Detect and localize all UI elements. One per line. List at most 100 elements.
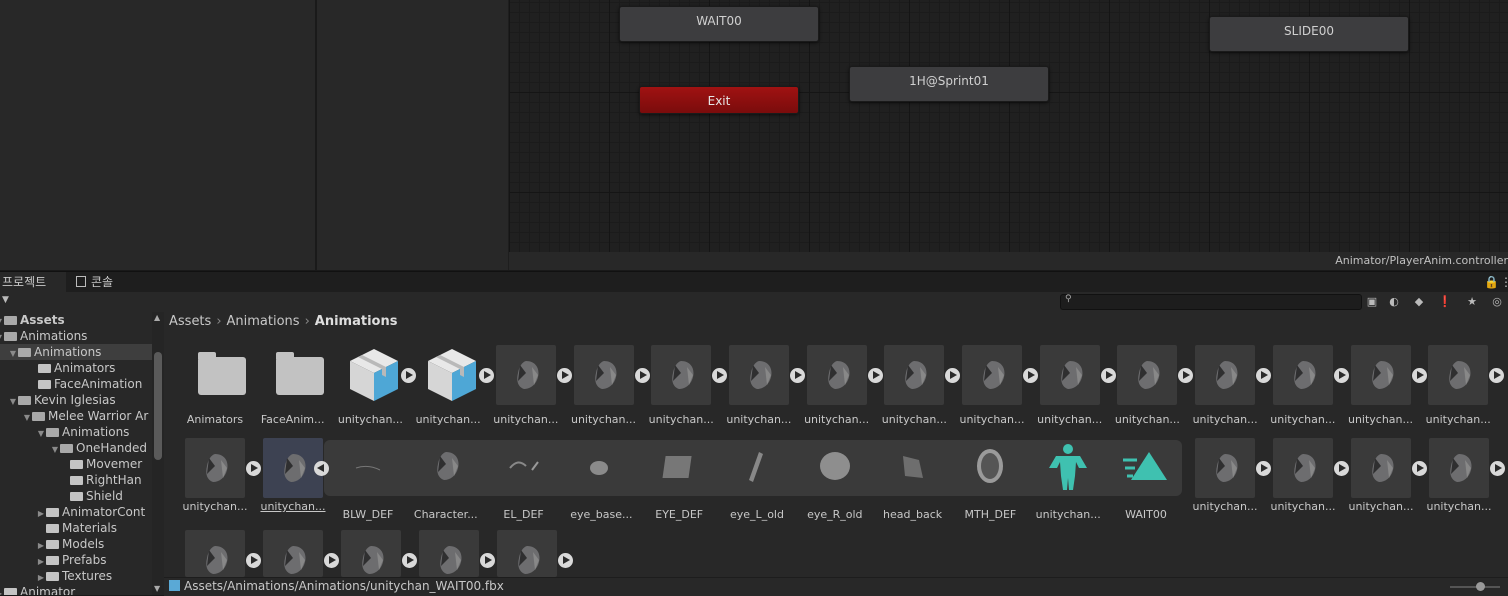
tree-item[interactable]: ▶ AnimatorCont <box>36 504 145 520</box>
controller-path: Animator/PlayerAnim.controller <box>1335 254 1508 267</box>
animator-graph[interactable]: WAIT00 Exit 1H@Sprint01 SLIDE00 <box>509 0 1508 252</box>
play-expand-icon[interactable] <box>1412 461 1427 476</box>
hidden-packages-icon[interactable]: ◎ <box>1486 294 1508 309</box>
play-expand-icon[interactable] <box>479 368 495 383</box>
tree-item[interactable]: ▼ OneHanded <box>50 440 147 456</box>
play-expand-icon[interactable] <box>480 553 495 568</box>
play-expand-icon[interactable] <box>558 553 573 568</box>
tree-item[interactable]: ▶ Models <box>36 536 104 552</box>
tree-item[interactable]: FaceAnimation <box>28 376 142 392</box>
state-node-wait00[interactable]: WAIT00 <box>619 6 819 42</box>
search-input[interactable]: ⚲ <box>1060 294 1362 310</box>
lock-icon[interactable]: 🔒 <box>1484 272 1499 293</box>
filter-by-type-icon[interactable]: ◐ <box>1383 294 1405 309</box>
play-expand-icon[interactable] <box>1411 368 1427 383</box>
model-thumbnail <box>1117 345 1178 405</box>
tree-item[interactable]: ▼Animations <box>0 328 87 344</box>
head-mesh-icon <box>195 540 235 577</box>
tree-item[interactable]: Materials <box>36 520 117 536</box>
tree-item[interactable]: ▶ Textures <box>36 568 112 584</box>
model-thumbnail <box>1429 438 1489 498</box>
play-expand-icon[interactable] <box>1023 368 1038 383</box>
folder-icon <box>38 364 51 373</box>
tab-project[interactable]: 프로젝트 <box>0 272 66 293</box>
folder-icon <box>70 460 83 469</box>
asset-label: unitychan... <box>1347 413 1414 426</box>
play-expand-icon[interactable] <box>246 553 261 568</box>
head-mesh-icon <box>1205 448 1245 491</box>
tab-console[interactable]: 콘솔 <box>68 272 138 293</box>
model-thumbnail <box>1428 345 1489 405</box>
kebab-menu-icon[interactable]: ⋮ <box>1500 272 1508 293</box>
head-mesh-icon <box>429 540 469 577</box>
filter-by-log-icon[interactable]: ❗ <box>1434 294 1456 309</box>
tree-item[interactable]: Movemer <box>70 456 142 472</box>
play-expand-icon[interactable] <box>556 368 572 383</box>
favorites-star-icon[interactable]: ★ <box>1461 294 1483 309</box>
head-mesh-icon <box>1438 355 1478 398</box>
tree-label: Animators <box>54 361 116 375</box>
create-dropdown-icon[interactable]: ▼ <box>2 295 9 305</box>
asset-label: FaceAnim... <box>260 413 325 426</box>
search-by-scene-icon[interactable]: ▣ <box>1361 294 1383 309</box>
tree-item[interactable]: Shield <box>70 488 123 504</box>
state-node-slide00[interactable]: SLIDE00 <box>1209 16 1409 52</box>
tree-item[interactable]: ▶ Prefabs <box>36 552 107 568</box>
folder-icon <box>18 348 31 357</box>
head-mesh-icon <box>195 448 235 491</box>
state-node-sprint[interactable]: 1H@Sprint01 <box>849 66 1049 102</box>
play-expand-icon[interactable] <box>1256 461 1271 476</box>
model-thumbnail <box>1195 438 1255 498</box>
play-expand-icon[interactable] <box>324 553 339 568</box>
play-expand-icon[interactable] <box>1333 368 1349 383</box>
play-expand-icon[interactable] <box>1334 461 1349 476</box>
scroll-down-icon[interactable]: ▼ <box>154 584 160 593</box>
thumbnail-size-slider[interactable] <box>1450 586 1500 588</box>
collapse-icon[interactable] <box>314 461 329 476</box>
play-expand-icon[interactable] <box>402 553 417 568</box>
tree-item[interactable]: ▼ Melee Warrior Ar <box>22 408 148 424</box>
play-expand-icon[interactable] <box>246 461 261 476</box>
tree-item[interactable]: ▼ Kevin Iglesias <box>8 392 116 408</box>
tree-item-assets[interactable]: ▼Assets <box>0 312 65 328</box>
mesh-icon <box>659 446 699 489</box>
tree-scroll-thumb[interactable] <box>154 352 162 460</box>
asset-label: unitychan... <box>881 413 947 426</box>
scroll-up-icon[interactable]: ▲ <box>154 313 160 322</box>
tree-item[interactable]: Animators <box>28 360 115 376</box>
play-expand-icon[interactable] <box>1490 461 1505 476</box>
folder-icon <box>46 428 59 437</box>
tree-label: Prefabs <box>62 553 107 567</box>
breadcrumb-item[interactable]: Assets <box>169 314 211 329</box>
tree-label: Animations <box>34 345 102 359</box>
head-mesh-icon <box>739 355 779 398</box>
slider-handle[interactable] <box>1476 582 1485 591</box>
model-thumbnail <box>1273 438 1333 498</box>
tree-item[interactable]: ▶Animator <box>0 584 75 595</box>
asset-label: unitychan... <box>1270 500 1336 513</box>
model-thumbnail <box>185 438 245 498</box>
tree-item[interactable]: ▼Animations <box>36 424 130 440</box>
play-expand-icon[interactable] <box>1256 368 1272 383</box>
tree-item[interactable]: RightHan <box>70 472 142 488</box>
folder-tree[interactable]: ▼Assets ▼Animations ▼Animations Animator… <box>0 312 152 595</box>
asset-label: unitychan... <box>1192 500 1258 513</box>
play-expand-icon[interactable] <box>867 368 883 383</box>
head-mesh-icon <box>273 540 313 577</box>
play-expand-icon[interactable] <box>634 368 650 383</box>
head-mesh-icon <box>972 355 1012 398</box>
play-expand-icon[interactable] <box>1100 368 1116 383</box>
exit-node[interactable]: Exit <box>639 86 799 114</box>
package-icon <box>345 345 403 406</box>
play-expand-icon[interactable] <box>789 368 805 383</box>
folder-icon <box>70 476 83 485</box>
filter-by-label-icon[interactable]: ◆ <box>1408 294 1430 309</box>
tree-item-selected[interactable]: ▼ Animations <box>0 344 152 360</box>
breadcrumb-item[interactable]: Animations <box>227 314 300 329</box>
tab-label: 프로젝트 <box>2 275 47 289</box>
model-thumbnail <box>341 530 401 577</box>
breadcrumb-item[interactable]: Animations <box>315 314 398 329</box>
tree-label: RightHan <box>86 473 142 487</box>
model-thumbnail <box>651 345 712 405</box>
head-mesh-icon <box>817 355 857 398</box>
